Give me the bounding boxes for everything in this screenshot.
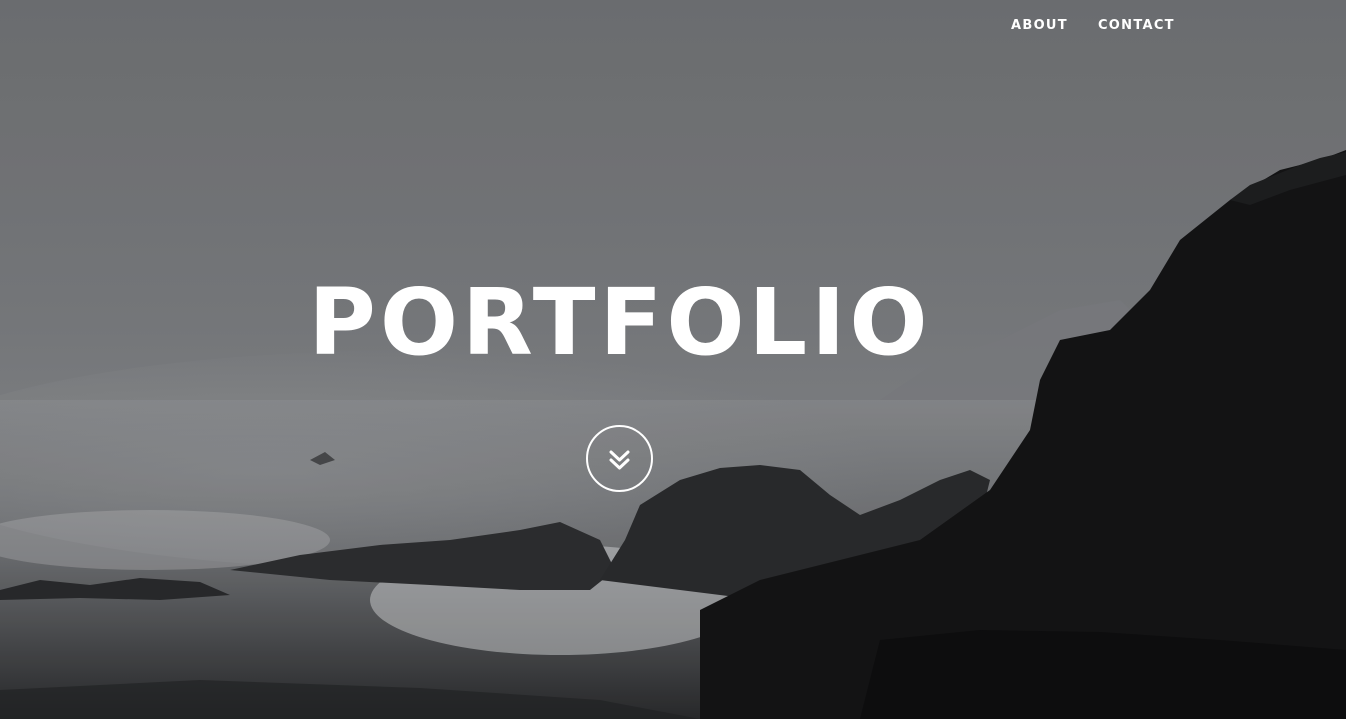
- nav-link-about[interactable]: ABOUT: [1011, 17, 1068, 35]
- nav-link-contact[interactable]: CONTACT: [1098, 17, 1175, 35]
- hero-section: ABOUT CONTACT PORTFOLIO: [0, 0, 1346, 719]
- hero-title: PORTFOLIO: [308, 269, 932, 376]
- double-chevron-down-icon: [609, 450, 630, 470]
- top-nav: ABOUT CONTACT: [1011, 17, 1205, 35]
- scroll-down-button[interactable]: [586, 425, 653, 492]
